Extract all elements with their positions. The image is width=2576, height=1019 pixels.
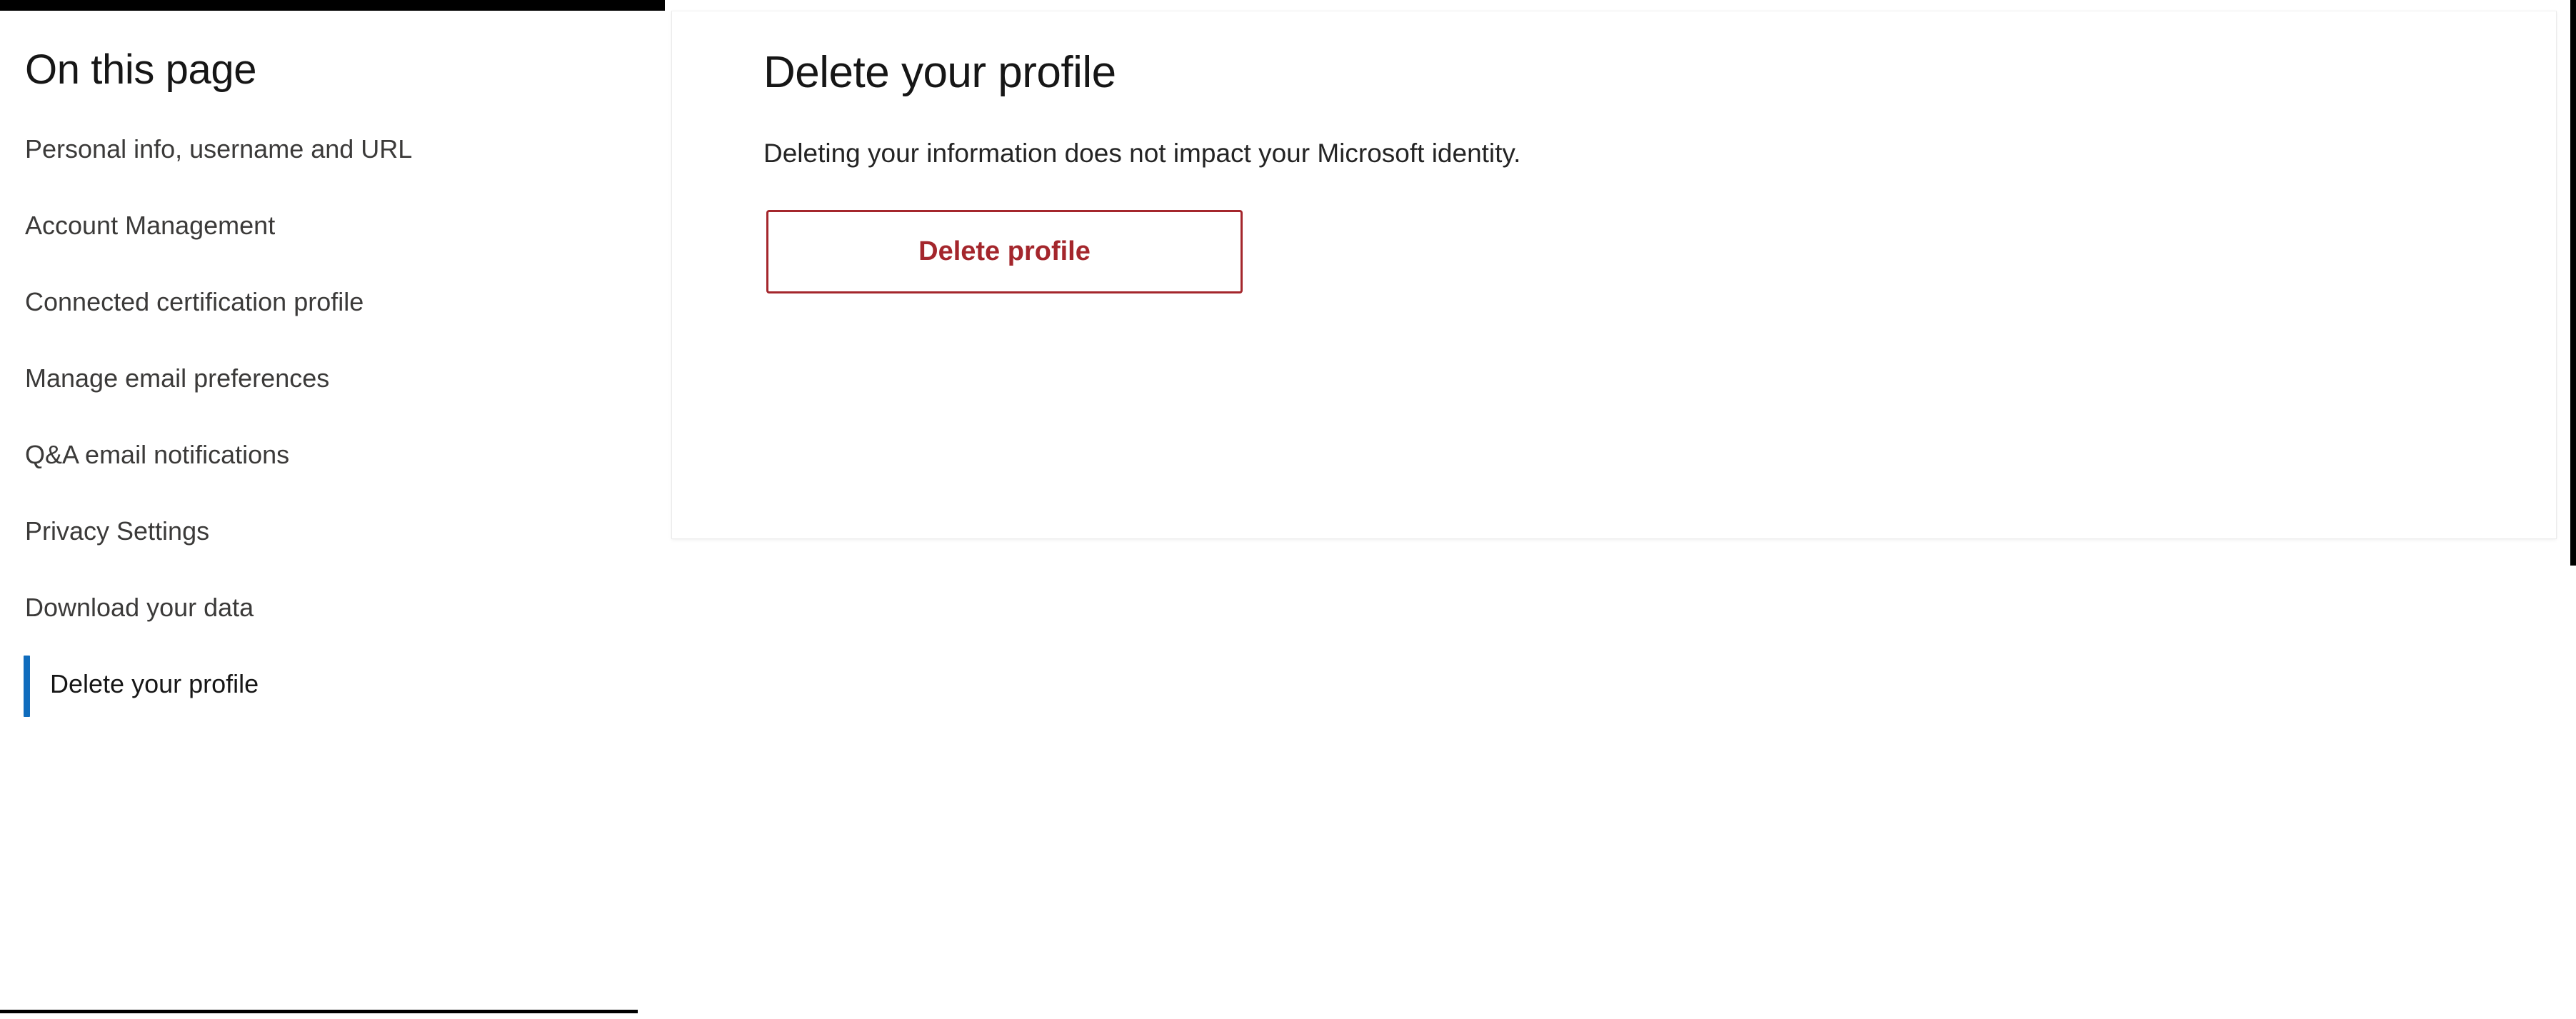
on-this-page-list: Personal info, username and URL Account … xyxy=(0,94,665,717)
on-this-page-title: On this page xyxy=(25,46,257,93)
active-indicator-bar xyxy=(24,655,30,717)
toc-item-privacy-settings[interactable]: Privacy Settings xyxy=(0,515,665,547)
toc-item-connected-certification-profile[interactable]: Connected certification profile xyxy=(0,286,665,318)
toc-item-qa-email-notifications[interactable]: Q&A email notifications xyxy=(0,438,665,471)
delete-profile-card: Delete your profile Deleting your inform… xyxy=(671,11,2557,539)
right-edge-black-bar xyxy=(2570,0,2576,566)
on-this-page-navigation: On this page Personal info, username and… xyxy=(0,11,665,1010)
toc-item-personal-info[interactable]: Personal info, username and URL xyxy=(0,133,665,165)
card-content: Delete your profile Deleting your inform… xyxy=(672,11,2556,294)
top-black-bar xyxy=(0,0,665,11)
page-title: Delete your profile xyxy=(763,48,1116,97)
toc-item-label: Delete your profile xyxy=(50,668,259,698)
toc-item-download-your-data[interactable]: Download your data xyxy=(0,591,665,623)
toc-item-account-management[interactable]: Account Management xyxy=(0,209,665,241)
toc-item-delete-your-profile[interactable]: Delete your profile xyxy=(0,655,665,717)
delete-profile-description: Deleting your information does not impac… xyxy=(763,139,1521,169)
sidebar-bottom-divider xyxy=(0,1010,638,1013)
toc-item-manage-email-preferences[interactable]: Manage email preferences xyxy=(0,362,665,394)
delete-profile-button[interactable]: Delete profile xyxy=(766,210,1243,294)
